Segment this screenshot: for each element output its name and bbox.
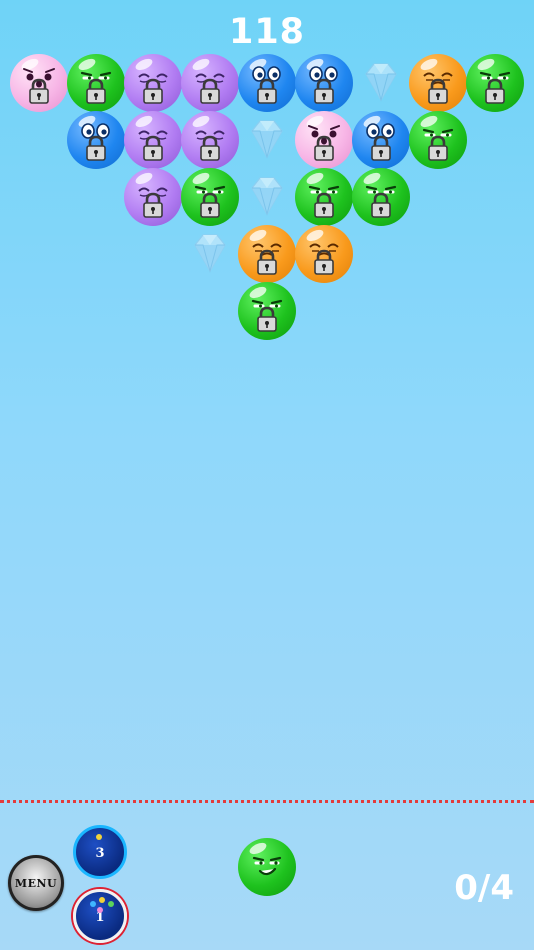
lock-icon	[428, 78, 448, 104]
green-bubble	[238, 282, 296, 340]
orange-bubble	[409, 54, 467, 112]
green-bubble	[352, 168, 410, 226]
bomb-powerup-button[interactable]: 3	[73, 825, 127, 879]
lock-icon	[371, 192, 391, 218]
lock-icon	[371, 135, 391, 161]
lock-icon	[257, 249, 277, 275]
lock-icon	[200, 135, 220, 161]
purple-bubble	[124, 168, 182, 226]
lock-icon	[485, 78, 505, 104]
menu-button-label: MENU	[14, 876, 58, 890]
deadline-line	[0, 800, 534, 803]
rainbow-dot-icon	[90, 901, 96, 907]
diamond-icon	[251, 177, 283, 216]
lock-icon	[86, 78, 106, 104]
rainbow-dot-icon	[97, 907, 103, 913]
blue-bubble	[67, 111, 125, 169]
diamond-icon	[251, 120, 283, 159]
green-bubble	[181, 168, 239, 226]
green-bubble	[409, 111, 467, 169]
diamond-bubble	[352, 54, 410, 112]
diamond-icon	[194, 234, 226, 273]
lock-icon	[257, 306, 277, 332]
menu-button[interactable]: MENU	[8, 855, 64, 911]
purple-bubble	[181, 111, 239, 169]
shooter-bubble[interactable]	[238, 838, 296, 896]
blue-bubble	[295, 54, 353, 112]
lock-icon	[200, 78, 220, 104]
green-bubble	[466, 54, 524, 112]
lock-icon	[29, 78, 49, 104]
pink-bubble	[295, 111, 353, 169]
diamond-icon	[365, 63, 397, 102]
rainbow-dot-icon	[108, 901, 114, 907]
lock-icon	[143, 78, 163, 104]
lock-icon	[143, 192, 163, 218]
purple-bubble	[181, 54, 239, 112]
diamond-bubble	[238, 111, 296, 169]
lock-icon	[314, 249, 334, 275]
smirk-face-icon	[252, 856, 282, 876]
pink-bubble	[10, 54, 68, 112]
rainbow-dot-icon	[99, 897, 105, 903]
lock-icon	[428, 135, 448, 161]
lock-icon	[143, 135, 163, 161]
orange-bubble	[295, 225, 353, 283]
lock-icon	[314, 78, 334, 104]
bubble-grid[interactable]	[0, 0, 534, 800]
lock-icon	[257, 78, 277, 104]
purple-bubble	[124, 54, 182, 112]
blue-bubble	[352, 111, 410, 169]
rainbow-powerup-button[interactable]: 1	[73, 889, 127, 943]
diamond-bubble	[238, 168, 296, 226]
lock-icon	[200, 192, 220, 218]
bomb-fuse-icon	[96, 834, 102, 840]
diamond-bubble	[181, 225, 239, 283]
lock-icon	[314, 192, 334, 218]
orange-bubble	[238, 225, 296, 283]
lock-icon	[314, 135, 334, 161]
green-bubble	[295, 168, 353, 226]
goal-progress: 0/4	[454, 868, 514, 908]
lock-icon	[86, 135, 106, 161]
purple-bubble	[124, 111, 182, 169]
green-bubble	[67, 54, 125, 112]
bomb-powerup-count: 3	[95, 845, 105, 861]
blue-bubble	[238, 54, 296, 112]
